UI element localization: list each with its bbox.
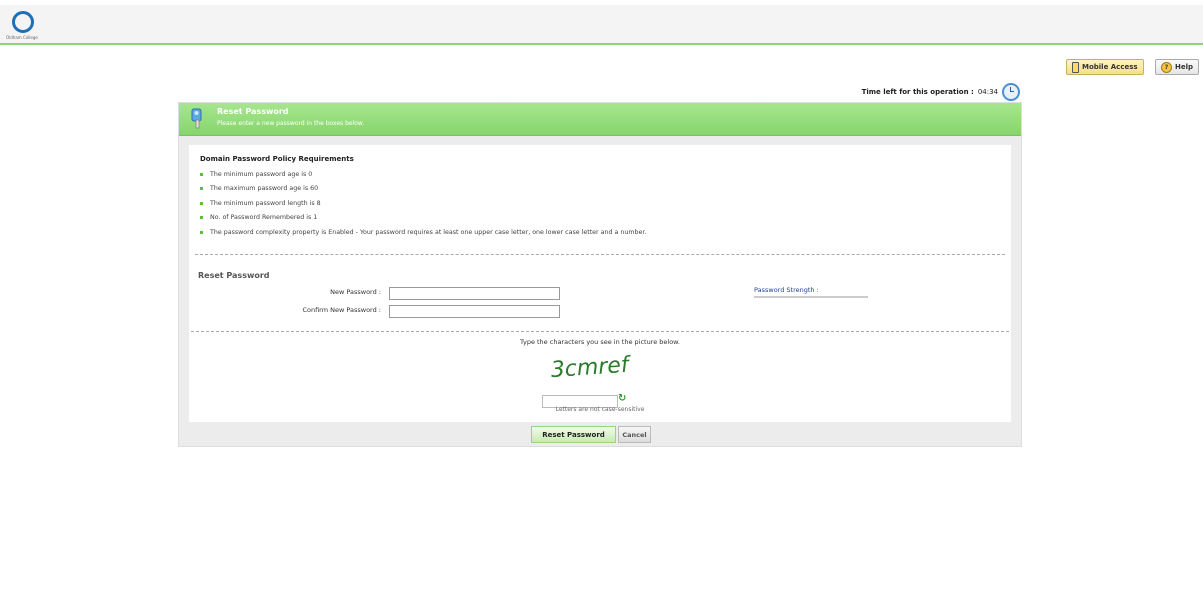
policy-item: No. of Password Remembered is 1 (200, 214, 317, 221)
help-icon: ? (1161, 61, 1172, 73)
new-password-input[interactable] (389, 287, 560, 300)
section-divider (195, 254, 1005, 255)
policy-item: The minimum password length is 8 (200, 200, 321, 207)
panel-subtitle: Please enter a new password in the boxes… (217, 120, 365, 127)
form-container: Domain Password Policy Requirements The … (189, 145, 1011, 422)
captcha-prompt: Type the characters you see in the pictu… (520, 338, 680, 346)
bullet-icon (200, 173, 203, 176)
panel-header: Reset Password Please enter a new passwo… (179, 103, 1021, 136)
policy-item-text: No. of Password Remembered is 1 (210, 214, 318, 221)
reset-password-button[interactable]: Reset Password (531, 426, 616, 443)
policy-item-text: The minimum password age is 0 (210, 171, 313, 178)
reset-section-heading: Reset Password (198, 271, 270, 280)
help-button[interactable]: ? Help (1155, 59, 1200, 75)
policy-item: The password complexity property is Enab… (200, 229, 646, 236)
panel-title: Reset Password (217, 107, 289, 116)
cancel-button[interactable]: Cancel (618, 426, 651, 443)
policy-item-text: The minimum password length is 8 (210, 200, 321, 207)
confirm-password-label: Confirm New Password : (302, 306, 381, 314)
key-pen-icon (191, 108, 202, 129)
timer-label: Time left for this operation : (861, 88, 974, 96)
mobile-access-button[interactable]: Mobile Access (1066, 59, 1144, 75)
captcha-image: 3cmref (549, 352, 630, 384)
password-strength-bar (754, 296, 868, 298)
password-strength-label: Password Strength : (754, 286, 819, 294)
top-bar: Oldham College (0, 5, 1203, 45)
policy-title: Domain Password Policy Requirements (200, 155, 354, 163)
logo-text: Oldham College (6, 35, 38, 40)
logo-ring-icon (12, 11, 34, 33)
operation-timer: Time left for this operation : 04:34 (860, 83, 1020, 101)
policy-item-text: The password complexity property is Enab… (210, 229, 647, 236)
mobile-phone-icon (1072, 61, 1079, 73)
bullet-icon (200, 202, 203, 205)
mobile-access-label: Mobile Access (1082, 63, 1138, 71)
clock-icon (1002, 83, 1020, 101)
refresh-captcha-icon[interactable]: ↻ (618, 393, 626, 404)
policy-item-text: The maximum password age is 60 (210, 185, 319, 192)
new-password-label: New Password : (330, 288, 381, 296)
timer-value: 04:34 (977, 88, 998, 96)
college-logo[interactable]: Oldham College (6, 11, 38, 40)
help-label: Help (1175, 63, 1194, 71)
reset-password-panel: Reset Password Please enter a new passwo… (178, 102, 1022, 447)
bullet-icon (200, 187, 203, 190)
captcha-divider (191, 331, 1009, 332)
bullet-icon (200, 231, 203, 234)
policy-item: The minimum password age is 0 (200, 171, 312, 178)
confirm-password-input[interactable] (389, 305, 560, 318)
policy-item: The maximum password age is 60 (200, 185, 318, 192)
captcha-case-note: Letters are not case-sensitive (555, 406, 645, 413)
bullet-icon (200, 216, 203, 219)
